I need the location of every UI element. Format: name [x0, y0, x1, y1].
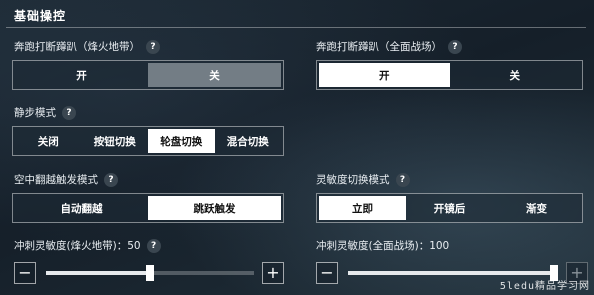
help-icon[interactable]: ? [62, 105, 76, 120]
sprint-sensitivity-right-label: 冲刺灵敏度(全面战场)：100 [316, 240, 450, 252]
sprint-break-prone-right-label-row: 奔跑打断蹲趴（全面战场） ? [316, 39, 462, 54]
option-wheel-toggle[interactable]: 轮盘切换 [148, 129, 215, 153]
increase-button[interactable]: + [262, 262, 284, 284]
vault-trigger-mode-label: 空中翻越触发模式 [14, 174, 98, 186]
slider-fill [348, 271, 554, 275]
quiet-step-mode-selector: 关闭 按钮切换 轮盘切换 混合切换 [12, 126, 284, 156]
sprint-break-prone-left-toggle: 开 关 [12, 60, 284, 90]
help-icon[interactable]: ? [146, 39, 160, 54]
option-gradual[interactable]: 渐变 [493, 196, 580, 220]
sprint-break-prone-right-label: 奔跑打断蹲趴（全面战场） [316, 41, 442, 53]
sensitivity-switch-mode-label-row: 灵敏度切换模式 ? [316, 172, 410, 187]
option-auto-vault[interactable]: 自动翻越 [15, 196, 148, 220]
option-jump-trigger[interactable]: 跳跃触发 [148, 196, 281, 220]
option-button-toggle[interactable]: 按钮切换 [82, 129, 149, 153]
help-icon[interactable]: ? [146, 238, 161, 253]
help-icon[interactable]: ? [448, 39, 462, 54]
help-icon[interactable]: ? [395, 172, 410, 187]
option-mixed-toggle[interactable]: 混合切换 [215, 129, 282, 153]
decrease-button[interactable]: − [316, 262, 338, 284]
sprint-sensitivity-right-track[interactable] [348, 271, 554, 275]
sprint-sensitivity-left-label: 冲刺灵敏度(烽火地带)：50 [14, 240, 141, 252]
option-on[interactable]: 开 [15, 63, 148, 87]
decrease-button[interactable]: − [14, 262, 36, 284]
sprint-break-prone-right-toggle: 开 关 [316, 60, 583, 90]
section-title: 基础操控 [14, 9, 67, 23]
quiet-step-mode-label: 静步模式 [14, 107, 56, 119]
quiet-step-mode-label-row: 静步模式 ? [14, 105, 76, 120]
sprint-sensitivity-right-label-row: 冲刺灵敏度(全面战场)：100 [316, 238, 449, 253]
sprint-sensitivity-left-thumb[interactable] [146, 265, 154, 281]
option-after-scope[interactable]: 开镜后 [406, 196, 493, 220]
sensitivity-switch-mode-selector: 立即 开镜后 渐变 [316, 193, 583, 223]
option-immediate[interactable]: 立即 [319, 196, 406, 220]
option-on[interactable]: 开 [319, 63, 450, 87]
sprint-sensitivity-left-label-row: 冲刺灵敏度(烽火地带)：50 ? [14, 238, 161, 253]
vault-trigger-mode-label-row: 空中翻越触发模式 ? [14, 172, 118, 187]
sprint-break-prone-left-label: 奔跑打断蹲趴（烽火地带） [14, 41, 140, 53]
option-off[interactable]: 关 [450, 63, 581, 87]
help-icon[interactable]: ? [104, 172, 118, 187]
vault-trigger-mode-selector: 自动翻越 跳跃触发 [12, 193, 284, 223]
sensitivity-switch-mode-label: 灵敏度切换模式 [316, 174, 390, 186]
option-off[interactable]: 关闭 [15, 129, 82, 153]
slider-fill [46, 271, 150, 275]
watermark: 5ledu精品学习网 [499, 281, 590, 292]
section-divider [6, 27, 586, 28]
sprint-break-prone-left-label-row: 奔跑打断蹲趴（烽火地带） ? [14, 39, 160, 54]
option-off[interactable]: 关 [148, 63, 281, 87]
